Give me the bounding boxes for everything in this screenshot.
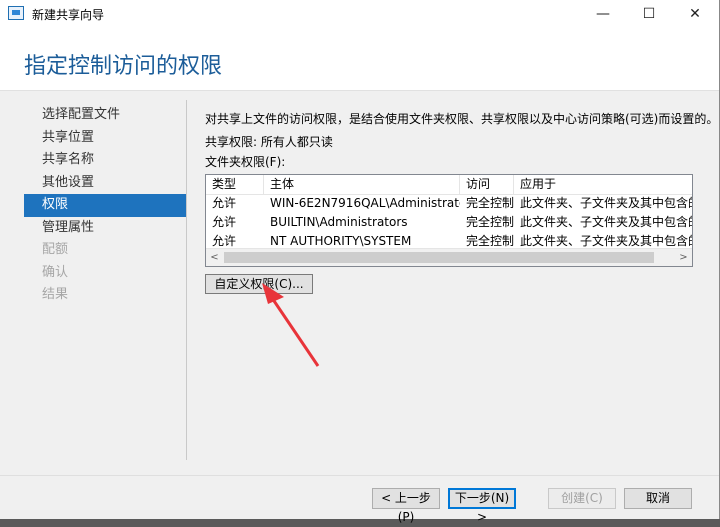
nav-step-confirmation: 确认 <box>42 264 69 280</box>
scrollbar-thumb[interactable] <box>224 252 654 263</box>
cell-principal: WIN-6E2N7916QAL\Administrator <box>270 196 460 210</box>
custom-permissions-button[interactable]: 自定义权限(C)... <box>205 274 313 294</box>
cell-applies-to: 此文件夹、子文件夹及其中包含的文 <box>520 215 693 229</box>
page-title: 指定控制访问的权限 <box>24 54 223 79</box>
nav-divider <box>186 100 187 460</box>
cancel-button[interactable]: 取消 <box>624 488 692 509</box>
cell-type: 允许 <box>212 215 237 229</box>
folder-permissions-table[interactable]: 类型 主体 访问 应用于 允许 WIN-6E2N7916QAL\Administ… <box>205 174 693 267</box>
page-header: 指定控制访问的权限 <box>0 28 719 91</box>
maximize-icon[interactable]: ☐ <box>626 0 672 28</box>
table-row[interactable]: 允许 WIN-6E2N7916QAL\Administrator 完全控制 此文… <box>206 194 692 213</box>
horizontal-scrollbar[interactable]: < > <box>206 248 692 266</box>
table-header: 类型 主体 访问 应用于 <box>206 175 692 195</box>
next-button[interactable]: 下一步(N) > <box>448 488 516 524</box>
folder-permissions-label: 文件夹权限(F): <box>205 155 286 169</box>
scroll-right-icon[interactable]: > <box>675 249 692 266</box>
cell-applies-to: 此文件夹、子文件夹及其中包含的文 <box>520 196 693 210</box>
column-header-principal[interactable]: 主体 <box>264 175 460 194</box>
wizard-app-icon <box>8 6 24 20</box>
column-header-applies-to[interactable]: 应用于 <box>514 175 692 194</box>
footer-divider <box>0 475 719 476</box>
window-title: 新建共享向导 <box>32 8 105 22</box>
column-header-type[interactable]: 类型 <box>206 175 264 194</box>
permissions-description: 对共享上文件的访问权限，是结合使用文件夹权限、共享权限以及中心访问策略(可选)而… <box>205 112 719 126</box>
nav-step-quota: 配额 <box>42 242 69 257</box>
nav-step-select-profile[interactable]: 选择配置文件 <box>24 104 186 127</box>
close-icon[interactable]: ✕ <box>672 0 718 28</box>
nav-step-management-properties[interactable]: 管理属性 <box>24 217 186 240</box>
cell-principal: BUILTIN\Administrators <box>270 215 408 229</box>
cell-type: 允许 <box>212 196 237 210</box>
nav-step-share-name[interactable]: 共享名称 <box>24 149 186 172</box>
scroll-left-icon[interactable]: < <box>206 249 223 266</box>
column-header-access[interactable]: 访问 <box>460 175 514 194</box>
minimize-icon[interactable]: — <box>580 0 626 28</box>
cell-access: 完全控制 <box>466 196 514 210</box>
nav-step-share-location[interactable]: 共享位置 <box>24 127 186 150</box>
wizard-window: 新建共享向导 — ☐ ✕ 指定控制访问的权限 选择配置文件 共享位置 共享名称 … <box>0 0 720 524</box>
cell-access: 完全控制 <box>466 215 514 229</box>
wizard-steps-nav: 选择配置文件 共享位置 共享名称 其他设置 权限 管理属性 配额 确认 结果 <box>24 104 186 307</box>
title-bar[interactable]: 新建共享向导 — ☐ ✕ <box>0 0 719 28</box>
previous-button[interactable]: < 上一步(P) <box>372 488 440 524</box>
nav-step-results: 结果 <box>42 287 69 302</box>
nav-step-permissions[interactable]: 权限 <box>24 194 186 217</box>
create-button: 创建(C) <box>548 488 616 509</box>
nav-step-other-settings[interactable]: 其他设置 <box>24 172 186 195</box>
share-permissions-text: 共享权限: 所有人都只读 <box>205 135 333 149</box>
table-row[interactable]: 允许 BUILTIN\Administrators 完全控制 此文件夹、子文件夹… <box>206 213 692 232</box>
